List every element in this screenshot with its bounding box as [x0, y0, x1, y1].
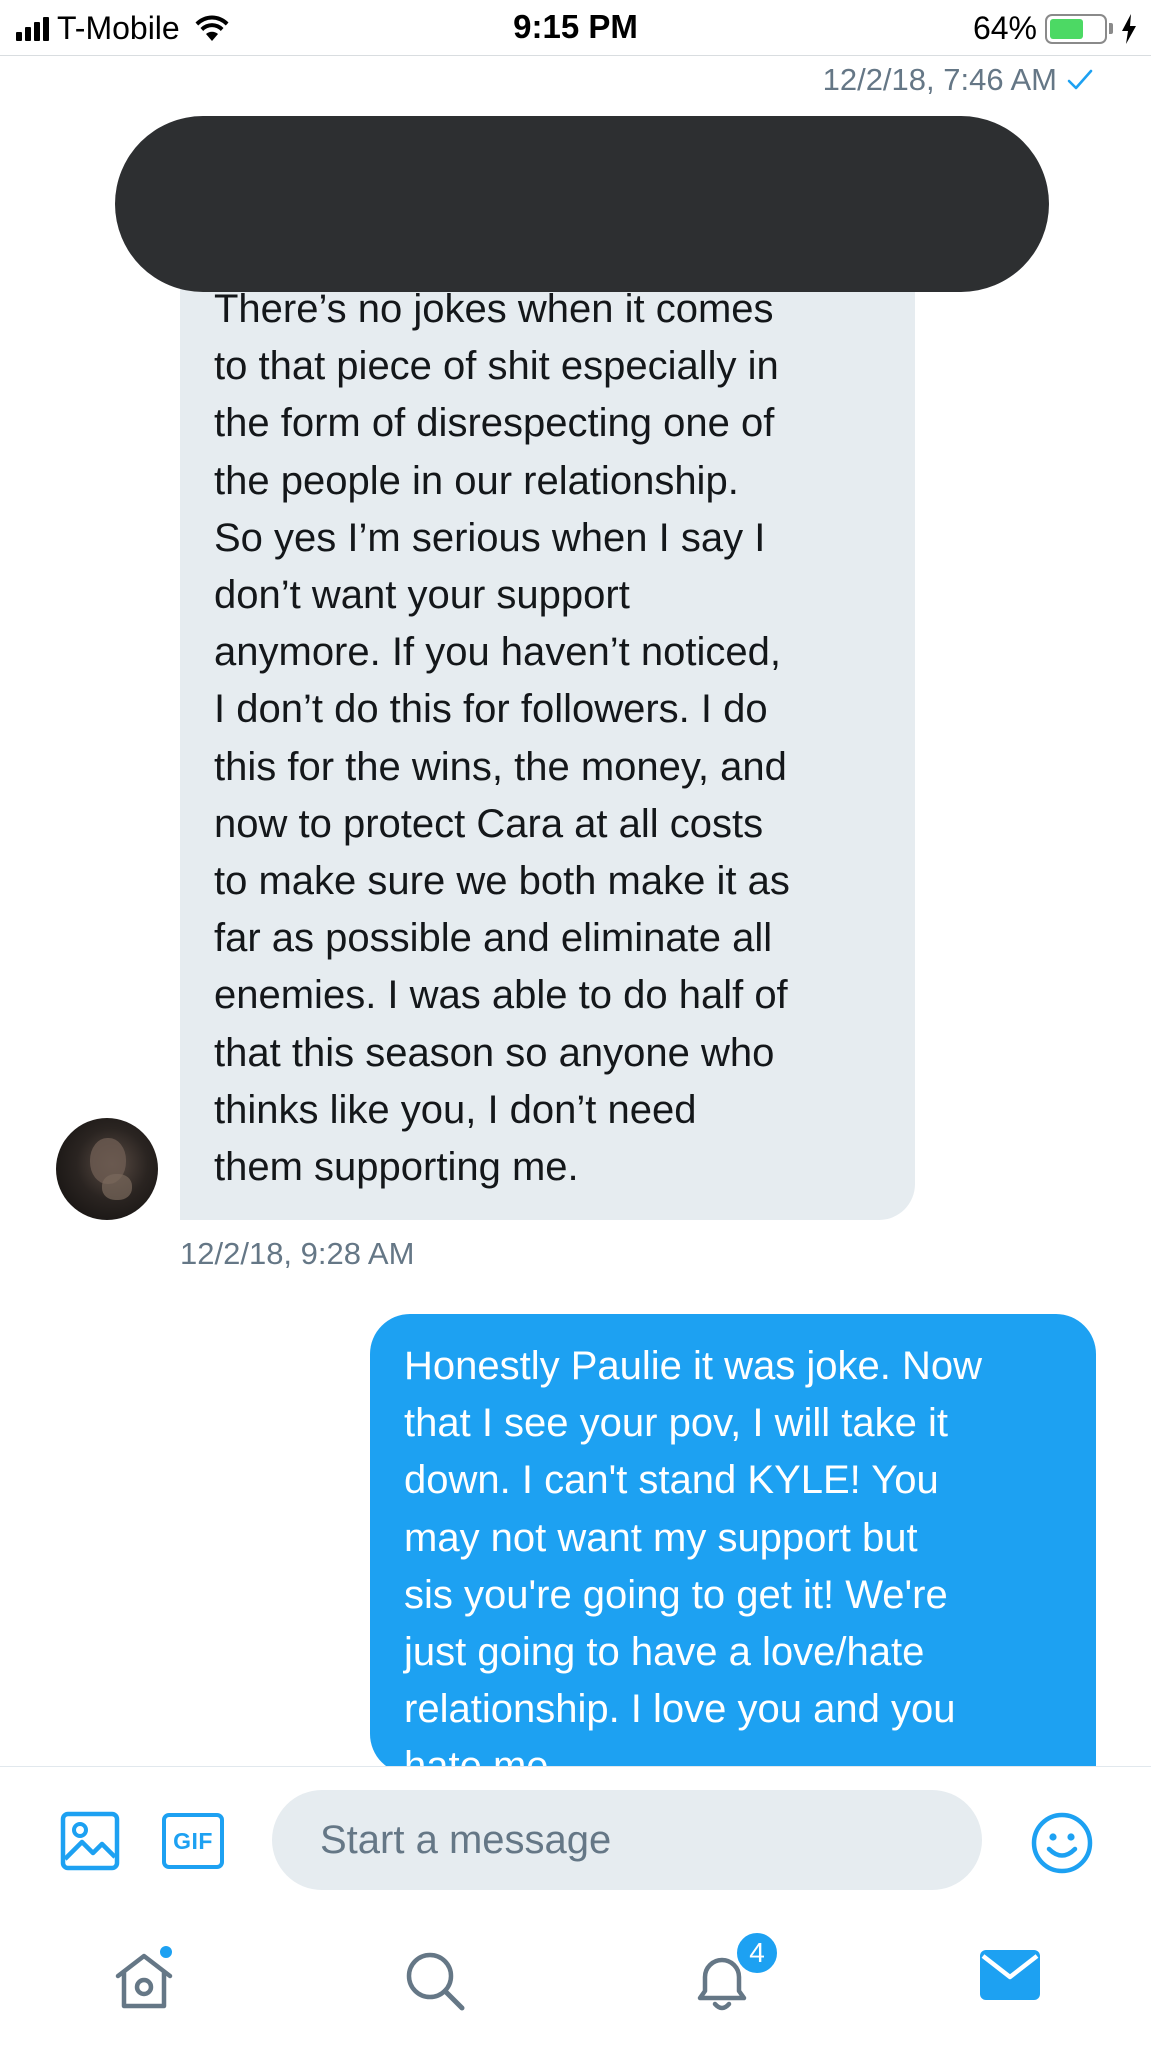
outgoing-message-text: Honestly Paulie it was joke. Now that I …	[404, 1344, 983, 1774]
new-content-dot	[158, 1944, 174, 1960]
battery-icon	[1045, 13, 1107, 44]
incoming-timestamp: 12/2/18, 9:28 AM	[180, 1236, 415, 1271]
battery-fill	[1050, 18, 1084, 39]
tab-home[interactable]	[112, 1944, 176, 2017]
battery-percent: 64%	[972, 10, 1037, 46]
tab-notifications[interactable]: 4	[690, 1930, 780, 2019]
status-bar: T-Mobile 9:15 PM 64%	[0, 0, 1151, 56]
emoji-icon[interactable]	[1030, 1811, 1094, 1875]
charging-bolt-icon	[1122, 13, 1136, 44]
battery-tip	[1109, 23, 1113, 34]
gif-label: GIF	[173, 1827, 213, 1854]
message-composer: GIF	[0, 1766, 1151, 1914]
gif-button[interactable]: GIF	[162, 1813, 224, 1869]
redaction-bar	[115, 116, 1049, 292]
incoming-message-text: There’s no jokes when it comes to that p…	[214, 287, 790, 1190]
search-icon	[406, 1952, 465, 2011]
message-timestamp-top: 12/2/18, 7:46 AM	[823, 62, 1093, 98]
tab-messages[interactable]	[980, 1950, 1040, 2005]
timestamp-text: 12/2/18, 7:46 AM	[822, 62, 1057, 97]
message-input[interactable]	[272, 1790, 982, 1890]
tab-bar: 4	[0, 1914, 1151, 2048]
tab-search[interactable]	[404, 1950, 466, 2017]
notifications-badge: 4	[734, 1930, 780, 1976]
outgoing-message-bubble[interactable]: Honestly Paulie it was joke. Now that I …	[370, 1314, 1096, 1774]
avatar-hand	[102, 1174, 132, 1200]
incoming-message-bubble[interactable]: There’s no jokes when it comes to that p…	[180, 285, 915, 1220]
avatar[interactable]	[56, 1118, 158, 1220]
status-right: 64%	[973, 10, 1137, 47]
messages-icon	[980, 1950, 1040, 2000]
checkmark-icon	[1067, 69, 1093, 90]
image-icon[interactable]	[60, 1811, 120, 1871]
